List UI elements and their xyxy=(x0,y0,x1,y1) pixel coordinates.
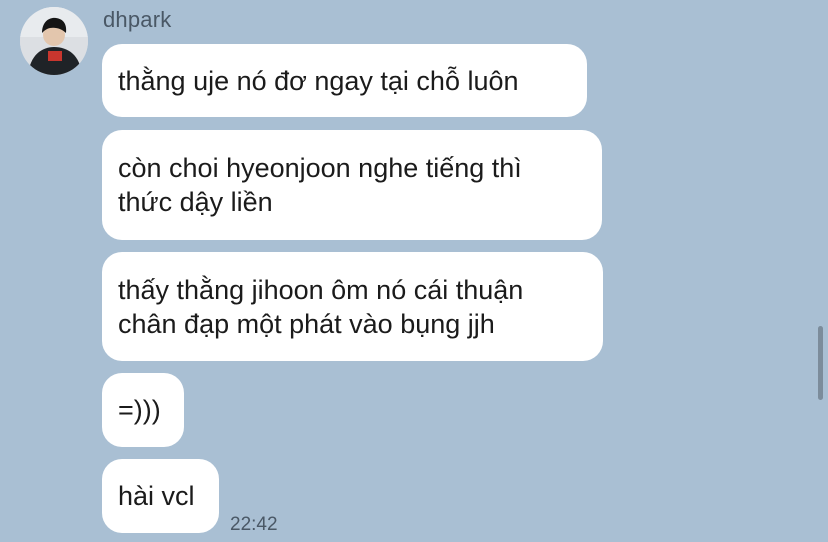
message-bubble[interactable]: hài vcl xyxy=(102,459,219,533)
sender-name: dhpark xyxy=(103,7,172,32)
message-bubble[interactable]: =))) xyxy=(102,373,184,447)
message-timestamp: 22:42 xyxy=(230,514,278,535)
scrollbar-thumb[interactable] xyxy=(818,326,823,400)
message-text: còn choi hyeonjoon nghe tiếng thì thức d… xyxy=(118,153,522,217)
user-avatar-icon xyxy=(20,7,88,75)
message-text: =))) xyxy=(118,395,161,425)
message-bubble[interactable]: thấy thằng jihoon ôm nó cái thuận chân đ… xyxy=(102,252,603,361)
message-text: thấy thằng jihoon ôm nó cái thuận chân đ… xyxy=(118,274,524,339)
message-text: thằng uje nó đơ ngay tại chỗ luôn xyxy=(118,65,519,96)
message-bubble[interactable]: thằng uje nó đơ ngay tại chỗ luôn xyxy=(102,44,587,117)
sender-avatar[interactable] xyxy=(20,7,88,75)
message-text: hài vcl xyxy=(118,481,195,511)
message-bubble[interactable]: còn choi hyeonjoon nghe tiếng thì thức d… xyxy=(102,130,602,240)
